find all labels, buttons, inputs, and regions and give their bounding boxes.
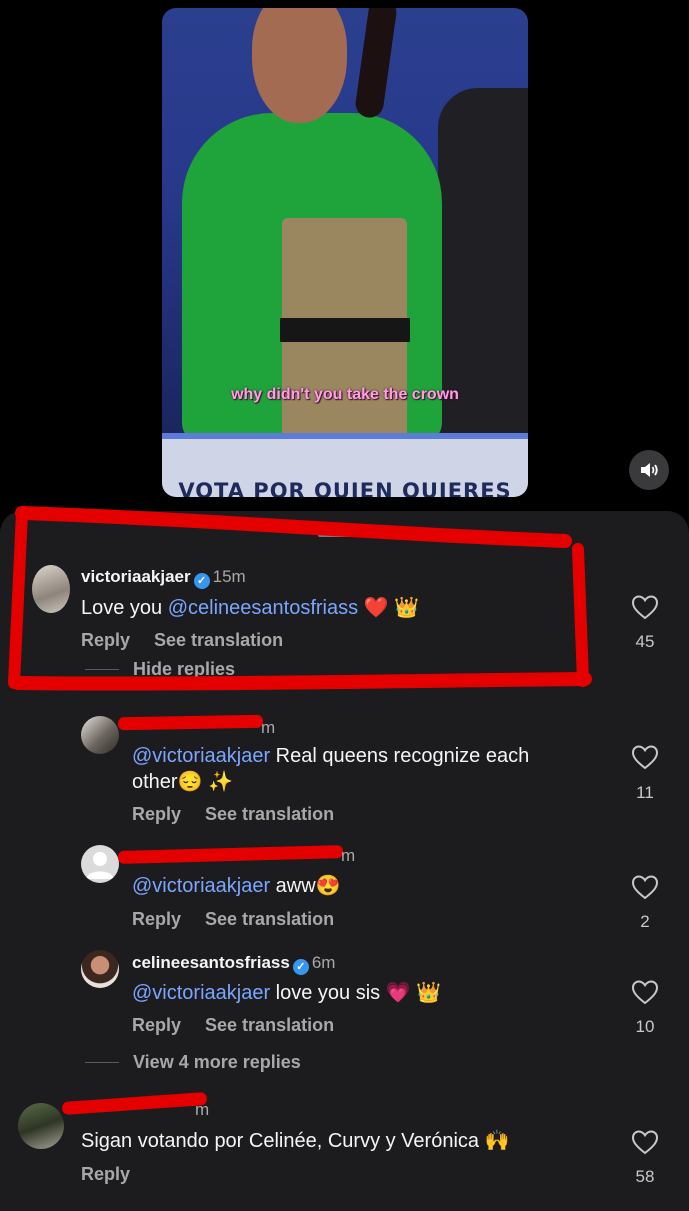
video-banner-text: VOTA POR QUIEN QUIERES [178, 479, 512, 497]
comment-emoji: 💗 👑 [385, 982, 442, 1004]
video-preview[interactable]: why didn't you take the crown VOTA POR Q… [162, 8, 528, 497]
like-count: 11 [636, 783, 654, 802]
heart-icon[interactable] [631, 744, 659, 770]
reply-button[interactable]: Reply [81, 1164, 130, 1184]
comment-mention[interactable]: @victoriaakjaer [132, 875, 270, 897]
reply-button[interactable]: Reply [132, 804, 181, 824]
comment-text: @victoriaakjaer love you sis 💗 👑 [132, 980, 441, 1006]
comment-actions: Reply See translation [81, 630, 307, 651]
avatar[interactable] [81, 950, 119, 988]
mute-button[interactable] [629, 450, 669, 490]
comment-emoji: 🙌 [484, 1130, 510, 1152]
comment-time-partial: m [261, 718, 276, 737]
comment-actions: Reply See translation [132, 804, 358, 825]
comment-text: Sigan votando por Celinée, Curvy y Verón… [81, 1128, 509, 1154]
video-person-hair [353, 8, 399, 120]
verified-badge-icon: ✓ [292, 959, 309, 975]
heart-icon[interactable] [631, 594, 659, 620]
reply-button[interactable]: Reply [81, 630, 130, 650]
comment-text-plain: aww [270, 875, 316, 897]
comment-text-plain: Love you [81, 597, 168, 619]
comment-actions: Reply See translation [132, 1015, 358, 1036]
see-translation-button[interactable]: See translation [154, 630, 283, 650]
comment-emoji: 😍 [315, 875, 341, 897]
avatar[interactable] [32, 565, 70, 613]
verified-badge-icon: ✓ [193, 573, 210, 589]
username-text[interactable]: celineesantosfriass [132, 953, 290, 972]
like-count: 45 [635, 632, 655, 651]
comment-time: 15m [212, 567, 246, 586]
redacted-username [117, 714, 264, 731]
comment-emoji: ❤️ 👑 [363, 597, 420, 619]
comment-actions: Reply See translation [132, 909, 358, 930]
speaker-icon [641, 463, 658, 477]
comment-text: @victoriaakjaer aww😍 [132, 873, 341, 899]
view-more-replies-button[interactable]: View 4 more replies [133, 1052, 301, 1073]
see-translation-button[interactable]: See translation [205, 909, 334, 929]
comment-time-partial: m [341, 846, 356, 865]
heart-icon[interactable] [631, 979, 659, 1005]
comment-text: @victoriaakjaer Real queens recognize ea… [132, 743, 602, 795]
reply-button[interactable]: Reply [132, 1015, 181, 1035]
video-caption: why didn't you take the crown [231, 386, 459, 403]
comment-text-plain: Sigan votando por Celinée, Curvy y Verón… [81, 1130, 480, 1152]
comment-username[interactable]: victoriaakjaer ✓ 15m [81, 567, 246, 589]
comment-emoji: 😔 ✨ [177, 771, 233, 793]
like-count: 10 [635, 1017, 655, 1036]
video-belt [280, 318, 410, 342]
comment-actions: Reply [81, 1164, 154, 1185]
comment-time: 6m [311, 953, 336, 972]
comment-time-partial: m [195, 1100, 210, 1119]
avatar[interactable] [18, 1103, 64, 1149]
reply-button[interactable]: Reply [132, 909, 181, 929]
see-translation-button[interactable]: See translation [205, 804, 334, 824]
like-count: 2 [640, 912, 650, 931]
comment-username[interactable]: celineesantosfriass ✓ 6m [132, 953, 335, 975]
hide-replies-button[interactable]: Hide replies [133, 659, 235, 680]
comment-mention[interactable]: @victoriaakjaer [132, 745, 270, 767]
replies-divider [85, 1062, 119, 1063]
sheet-drag-handle[interactable] [318, 533, 372, 537]
see-translation-button[interactable]: See translation [205, 1015, 334, 1035]
comment-mention[interactable]: @celineesantosfriass [168, 597, 358, 619]
comment-text-line2: other [132, 771, 178, 793]
username-text[interactable]: victoriaakjaer [81, 567, 191, 586]
avatar[interactable] [81, 716, 119, 754]
comment-text: Love you @celineesantosfriass ❤️ 👑 [81, 595, 419, 621]
heart-icon[interactable] [631, 1129, 659, 1155]
like-count: 58 [635, 1167, 655, 1186]
video-person-head [252, 8, 347, 123]
replies-divider [85, 669, 119, 670]
comment-mention[interactable]: @victoriaakjaer [132, 982, 270, 1004]
default-avatar-icon[interactable] [81, 845, 119, 883]
heart-icon[interactable] [631, 874, 659, 900]
comment-text-line1: Real queens recognize each [270, 745, 530, 767]
comment-text-plain: love you sis [270, 982, 381, 1004]
